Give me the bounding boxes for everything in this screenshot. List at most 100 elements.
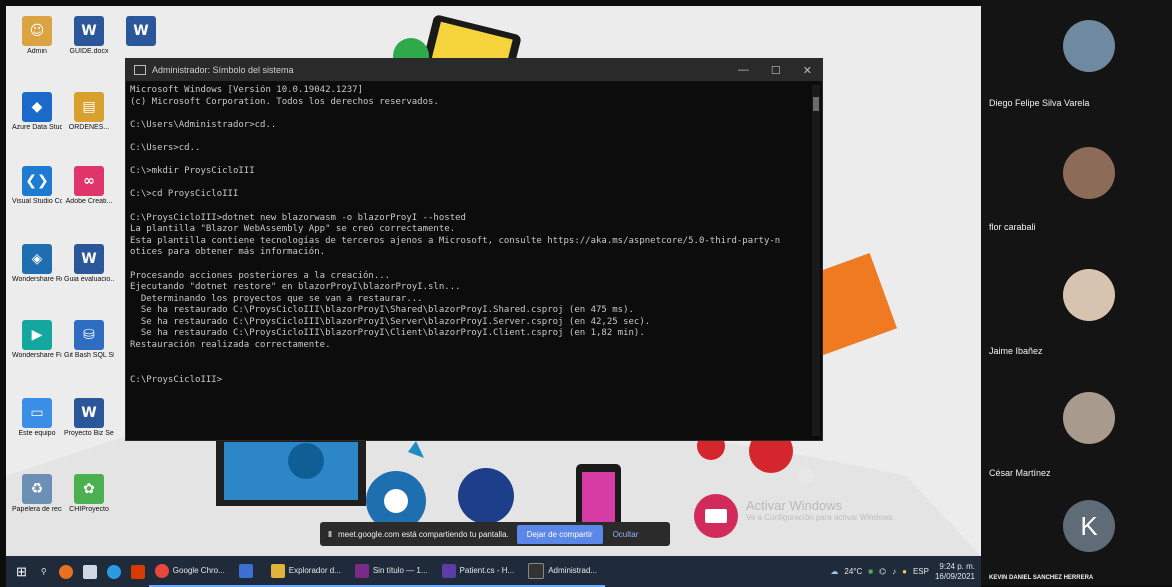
cmd-line xyxy=(130,178,808,190)
pinned-store[interactable] xyxy=(77,556,101,587)
pause-icon: ‖ xyxy=(328,529,332,539)
clock[interactable]: 9:24 p. m. 16/09/2021 xyxy=(935,562,975,582)
pinned-edge[interactable] xyxy=(101,556,125,587)
maximize-button[interactable]: ☐ xyxy=(771,64,781,77)
xd-icon xyxy=(354,563,369,578)
pinned-office[interactable] xyxy=(125,556,149,587)
vscode-icon: ❮❯ xyxy=(22,166,52,196)
network-icon[interactable]: ⌬ xyxy=(879,567,886,576)
edge-icon xyxy=(106,564,121,579)
search-button[interactable]: ⚲ xyxy=(35,556,53,587)
avatar xyxy=(1063,392,1115,444)
desktop-icon[interactable]: ◆Azure Data Studio xyxy=(12,92,62,132)
desktop-icon[interactable]: ∞ Adobe Creati... xyxy=(64,166,114,206)
cmd-line xyxy=(130,259,808,271)
command-prompt-window[interactable]: Administrador: Símbolo del sistema — ☐ ✕… xyxy=(125,58,823,441)
desktop-icon[interactable]: ⛁Git Bash SQL Studi... xyxy=(64,320,114,360)
pinned-firefox[interactable] xyxy=(53,556,77,587)
participant-tile[interactable]: Jaime Ibañez xyxy=(981,255,1172,380)
taskbar-item-cmd[interactable]: Administrad... xyxy=(522,556,606,587)
desktop-icon[interactable]: ✿ CHIProyecto xyxy=(64,474,114,514)
cmd-titlebar[interactable]: Administrador: Símbolo del sistema — ☐ ✕ xyxy=(126,59,822,81)
cmd-line xyxy=(130,155,808,167)
cmd-icon xyxy=(134,65,146,75)
azure-data-studio-icon: ◆ xyxy=(22,92,52,122)
participant-name: Jaime Ibañez xyxy=(989,346,1043,356)
volume-icon[interactable]: ♪ xyxy=(892,567,896,576)
cmd-line: La plantilla "Blazor WebAssembly App" se… xyxy=(130,224,456,235)
security-icon[interactable]: ■ xyxy=(868,567,873,576)
language-indicator[interactable]: ESP xyxy=(913,567,929,576)
chrome-tray-icon[interactable]: ● xyxy=(902,567,907,576)
cmd-line: Ejecutando "dotnet restore" en blazorPro… xyxy=(130,282,461,293)
desktop-icon[interactable]: W xyxy=(116,16,166,48)
scrollbar-thumb[interactable] xyxy=(813,97,819,111)
participants-panel: Diego Felipe Silva Varela flor carabali … xyxy=(981,0,1172,585)
archive-icon: ▤ xyxy=(74,92,104,122)
participant-name: Diego Felipe Silva Varela xyxy=(989,98,1090,108)
cmd-line: (c) Microsoft Corporation. Todos los der… xyxy=(130,96,439,107)
desktop-icon[interactable]: ▭ Este equipo xyxy=(12,398,62,438)
taskbar-item-label: Administrad... xyxy=(548,566,598,575)
store-icon xyxy=(82,564,97,579)
avatar xyxy=(1063,147,1115,199)
minimize-button[interactable]: — xyxy=(738,64,749,76)
filmora-icon: ▶ xyxy=(22,320,52,350)
system-tray: ☁ 24°C ■ ⌬ ♪ ● ESP 9:24 p. m. 16/09/2021 xyxy=(830,556,975,587)
watermark-subtitle: Ve a Configuración para activar Windows. xyxy=(746,513,895,522)
word-icon: W xyxy=(74,16,104,46)
clock-time: 9:24 p. m. xyxy=(939,561,975,571)
cmd-line: C:\ProysCicloIII> xyxy=(130,374,223,385)
share-message: meet.google.com está compartiendo tu pan… xyxy=(337,529,509,539)
cmd-icon xyxy=(528,562,545,579)
recycle-bin-icon: ♻ xyxy=(22,474,52,504)
avatar xyxy=(1063,269,1115,321)
green-app-icon: ✿ xyxy=(74,474,104,504)
folder-icon xyxy=(270,563,285,578)
taskbar-item-xd[interactable]: Sin título — 1... xyxy=(348,556,436,587)
shared-screen: ☺Admin WGUIDE.docx W ◆Azure Data Studio … xyxy=(6,6,981,587)
desktop-icon[interactable]: W GUIDE.docx xyxy=(64,16,114,56)
participant-tile[interactable]: K KEVIN DANIEL SANCHEZ HERRERA xyxy=(981,490,1172,585)
participant-tile[interactable]: flor carabali xyxy=(981,135,1172,260)
cmd-line xyxy=(130,108,808,120)
cmd-line: C:\>mkdir ProysCicloIII xyxy=(130,166,255,177)
desktop-icon[interactable]: W Guia evaluacio... xyxy=(64,244,114,284)
desktop-icon[interactable]: ❮❯Visual Studio Code xyxy=(12,166,62,206)
start-button[interactable]: ⊞ xyxy=(6,556,35,587)
cmd-line: Restauración realizada correctamente. xyxy=(130,340,331,351)
participant-tile[interactable]: César Martínez xyxy=(981,380,1172,505)
desktop-icon[interactable]: ◈Wondershare Recoverit xyxy=(12,244,62,284)
weather-temp[interactable]: 24°C xyxy=(844,567,862,576)
cmd-scrollbar[interactable] xyxy=(812,85,820,436)
cmd-line xyxy=(130,352,808,364)
desktop-icon[interactable]: ♻Papelera de reciclaje xyxy=(12,474,62,514)
cmd-line xyxy=(130,363,808,375)
avatar: K xyxy=(1063,500,1115,552)
desktop-icon[interactable]: WProyecto Biz Seguridad... xyxy=(64,398,114,438)
word-icon: W xyxy=(74,244,104,274)
clock-date: 16/09/2021 xyxy=(934,571,975,581)
cmd-line: Microsoft Windows [Versión 10.0.19042.12… xyxy=(130,85,363,95)
database-icon: ⛁ xyxy=(74,320,104,350)
cmd-output[interactable]: Microsoft Windows [Versión 10.0.19042.12… xyxy=(130,85,808,436)
search-icon: ⚲ xyxy=(40,567,47,576)
participant-tile[interactable]: Diego Felipe Silva Varela xyxy=(981,5,1172,130)
word-icon: W xyxy=(126,16,156,46)
close-button[interactable]: ✕ xyxy=(803,64,812,77)
taskbar-item-explorer[interactable]: Explorador d... xyxy=(264,556,349,587)
desktop-icon[interactable]: ☺ Admin xyxy=(12,16,62,56)
user-folder-icon: ☺ xyxy=(22,16,52,46)
taskbar-item-meet[interactable] xyxy=(232,556,265,587)
hide-button[interactable]: Ocultar xyxy=(613,530,639,539)
desktop-icon[interactable]: ▤ ORDENES... xyxy=(64,92,114,132)
avatar xyxy=(1063,20,1115,72)
taskbar-item-chrome[interactable]: Google Chro... xyxy=(148,556,233,587)
taskbar-item-visual-studio[interactable]: Patient.cs - H... xyxy=(435,556,523,587)
stop-sharing-button[interactable]: Dejar de compartir xyxy=(516,524,603,544)
participant-name: flor carabali xyxy=(989,222,1036,232)
desktop-icon[interactable]: ▶Wondershare Filmora9 xyxy=(12,320,62,360)
meet-icon xyxy=(238,563,253,578)
cmd-line xyxy=(130,131,808,143)
adobe-cc-icon: ∞ xyxy=(74,166,104,196)
